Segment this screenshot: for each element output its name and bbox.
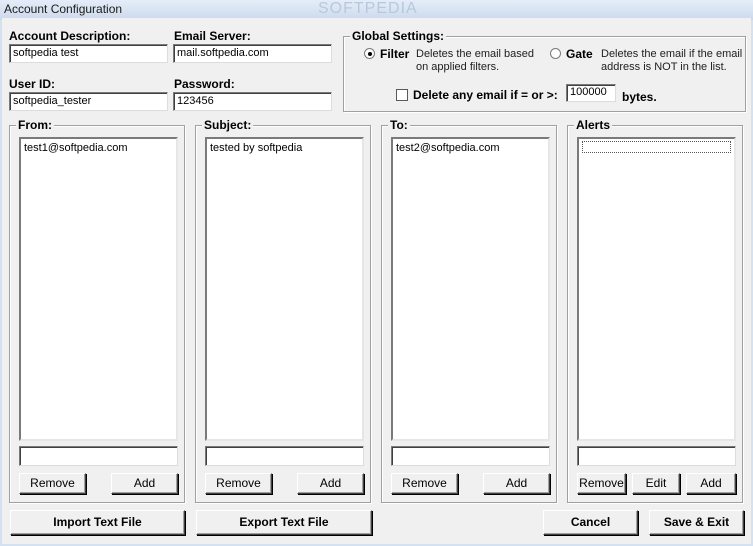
radio-selected-dot — [368, 52, 372, 56]
subject-group: Subject: tested by softpedia Remove Add — [195, 118, 371, 503]
from-group: From: test1@softpedia.com Remove Add — [9, 118, 185, 503]
to-new-entry-input[interactable] — [391, 446, 550, 466]
import-text-file-button[interactable]: Import Text File — [10, 510, 185, 535]
account-configuration-window: Account Configuration SOFTPEDIA Account … — [0, 0, 753, 546]
window-title: Account Configuration — [4, 2, 123, 16]
to-listbox[interactable]: test2@softpedia.com — [391, 137, 550, 441]
focus-rectangle — [582, 141, 731, 153]
watermark: SOFTPEDIA — [318, 0, 418, 17]
from-listbox[interactable]: test1@softpedia.com — [19, 137, 178, 441]
filter-description-line1: Deletes the email based — [416, 48, 535, 60]
user-id-input[interactable]: softpedia_tester — [9, 92, 168, 111]
save-exit-button[interactable]: Save & Exit — [649, 510, 744, 535]
from-title: From: — [16, 118, 54, 132]
gate-description-line2: address is NOT in the list. — [601, 61, 727, 73]
alerts-new-entry-input[interactable] — [577, 446, 736, 466]
filter-description-line2: on applied filters. — [416, 61, 500, 73]
user-id-label: User ID: — [9, 77, 56, 91]
gate-label[interactable]: Gate — [566, 47, 593, 61]
email-server-input[interactable]: mail.softpedia.com — [173, 44, 332, 63]
subject-add-button[interactable]: Add — [297, 473, 364, 494]
account-description-label: Account Description: — [9, 29, 131, 43]
to-remove-button[interactable]: Remove — [391, 473, 458, 494]
from-new-entry-input[interactable] — [19, 446, 178, 466]
global-settings-group: Global Settings: Filter Deletes the emai… — [343, 29, 746, 112]
password-label: Password: — [174, 77, 235, 91]
subject-listbox[interactable]: tested by softpedia — [205, 137, 364, 441]
gate-description-line1: Deletes the email if the email — [601, 48, 743, 60]
from-add-button[interactable]: Add — [111, 473, 178, 494]
delete-size-label[interactable]: Delete any email if = or >: — [413, 88, 558, 102]
filter-label[interactable]: Filter — [380, 47, 409, 61]
delete-size-checkbox[interactable] — [396, 89, 408, 101]
to-group: To: test2@softpedia.com Remove Add — [381, 118, 557, 503]
subject-title: Subject: — [202, 118, 254, 132]
list-item[interactable]: test2@softpedia.com — [396, 141, 545, 155]
account-description-input[interactable]: softpedia test — [9, 44, 168, 63]
alerts-group: Alerts Remove Edit Add — [567, 118, 743, 503]
subject-remove-button[interactable]: Remove — [205, 473, 272, 494]
cancel-button[interactable]: Cancel — [543, 510, 638, 535]
to-title: To: — [388, 118, 410, 132]
filter-radio[interactable] — [364, 48, 375, 59]
gate-radio[interactable] — [550, 48, 561, 59]
global-settings-title: Global Settings: — [350, 29, 447, 43]
alerts-title: Alerts — [574, 118, 613, 132]
list-item[interactable]: tested by softpedia — [210, 141, 359, 155]
email-server-label: Email Server: — [174, 29, 251, 43]
client-area: Account Description: softpedia test Emai… — [2, 18, 751, 544]
subject-new-entry-input[interactable] — [205, 446, 364, 466]
password-input[interactable]: 123456 — [173, 92, 332, 111]
alerts-edit-button[interactable]: Edit — [632, 473, 680, 494]
from-remove-button[interactable]: Remove — [19, 473, 86, 494]
export-text-file-button[interactable]: Export Text File — [196, 510, 372, 535]
alerts-listbox[interactable] — [577, 137, 736, 441]
bytes-label: bytes. — [622, 90, 657, 104]
title-bar[interactable]: Account Configuration SOFTPEDIA — [0, 0, 753, 18]
size-threshold-input[interactable]: 100000 — [566, 84, 616, 102]
list-item[interactable]: test1@softpedia.com — [24, 141, 173, 155]
to-add-button[interactable]: Add — [483, 473, 550, 494]
alerts-add-button[interactable]: Add — [686, 473, 736, 494]
alerts-remove-button[interactable]: Remove — [577, 473, 626, 494]
